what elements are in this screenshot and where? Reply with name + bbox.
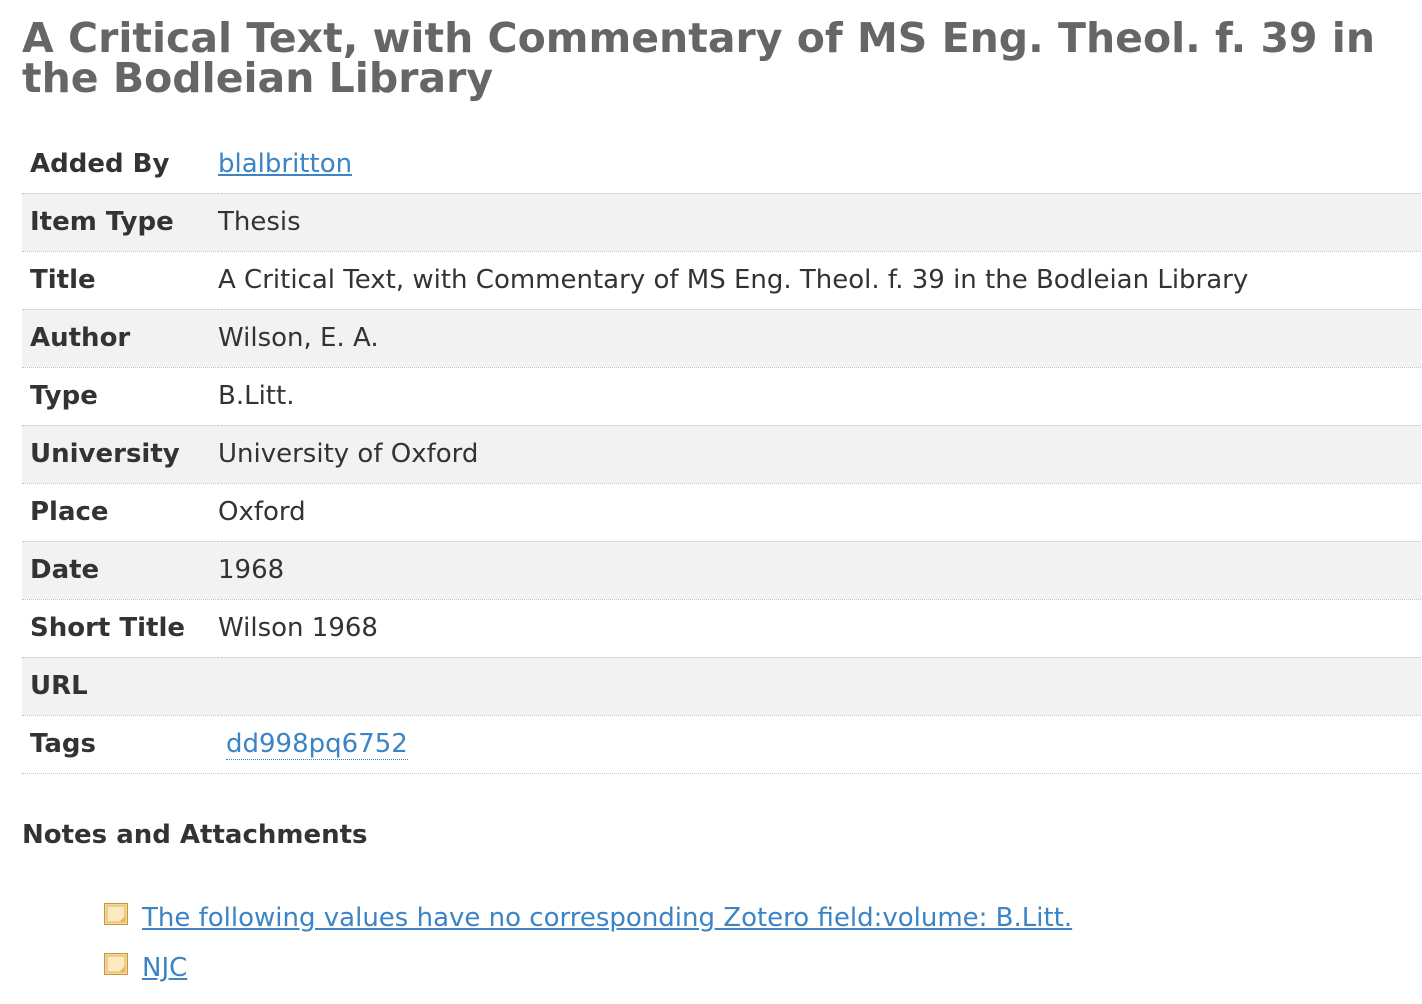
tag-link[interactable]: dd998pq6752 <box>226 729 408 760</box>
field-value: B.Litt. <box>218 367 1421 426</box>
notes-list: The following values have no correspondi… <box>104 893 1072 993</box>
field-value: A Critical Text, with Commentary of MS E… <box>218 251 1421 310</box>
field-row-type: Type B.Litt. <box>22 367 1421 426</box>
field-row-short-title: Short Title Wilson 1968 <box>22 599 1421 658</box>
field-value: blalbritton <box>218 135 1421 194</box>
field-label: Author <box>22 309 218 368</box>
list-item: The following values have no correspondi… <box>104 893 1072 943</box>
field-value <box>218 657 1421 716</box>
field-row-date: Date 1968 <box>22 541 1421 600</box>
field-label: Place <box>22 483 218 542</box>
field-row-title: Title A Critical Text, with Commentary o… <box>22 251 1421 310</box>
field-value: Wilson, E. A. <box>218 309 1421 368</box>
added-by-user-link[interactable]: blalbritton <box>218 149 352 179</box>
field-value: Thesis <box>218 193 1421 252</box>
field-value: 1968 <box>218 541 1421 600</box>
note-icon <box>104 903 128 925</box>
field-value: dd998pq6752 <box>218 715 1421 774</box>
note-link[interactable]: The following values have no correspondi… <box>142 903 1072 933</box>
page-title: A Critical Text, with Commentary of MS E… <box>22 14 1376 102</box>
list-item: NJC <box>104 943 1072 993</box>
item-fields-table: Added By blalbritton Item Type Thesis Ti… <box>22 135 1421 774</box>
field-label: Short Title <box>22 599 218 658</box>
field-label: Title <box>22 251 218 310</box>
field-label: University <box>22 425 218 484</box>
field-row-item-type: Item Type Thesis <box>22 193 1421 252</box>
field-row-place: Place Oxford <box>22 483 1421 542</box>
field-row-tags: Tags dd998pq6752 <box>22 715 1421 774</box>
field-row-added-by: Added By blalbritton <box>22 135 1421 194</box>
field-row-university: University University of Oxford <box>22 425 1421 484</box>
field-value: University of Oxford <box>218 425 1421 484</box>
field-label: Item Type <box>22 193 218 252</box>
field-label: Date <box>22 541 218 600</box>
field-label: URL <box>22 657 218 716</box>
notes-heading: Notes and Attachments <box>22 820 368 850</box>
field-row-url: URL <box>22 657 1421 716</box>
item-page: A Critical Text, with Commentary of MS E… <box>0 0 1422 1004</box>
field-label: Type <box>22 367 218 426</box>
field-value: Oxford <box>218 483 1421 542</box>
field-value: Wilson 1968 <box>218 599 1421 658</box>
field-row-author: Author Wilson, E. A. <box>22 309 1421 368</box>
note-icon <box>104 953 128 975</box>
field-label: Added By <box>22 135 218 194</box>
note-link[interactable]: NJC <box>142 953 187 983</box>
field-label: Tags <box>22 715 218 774</box>
